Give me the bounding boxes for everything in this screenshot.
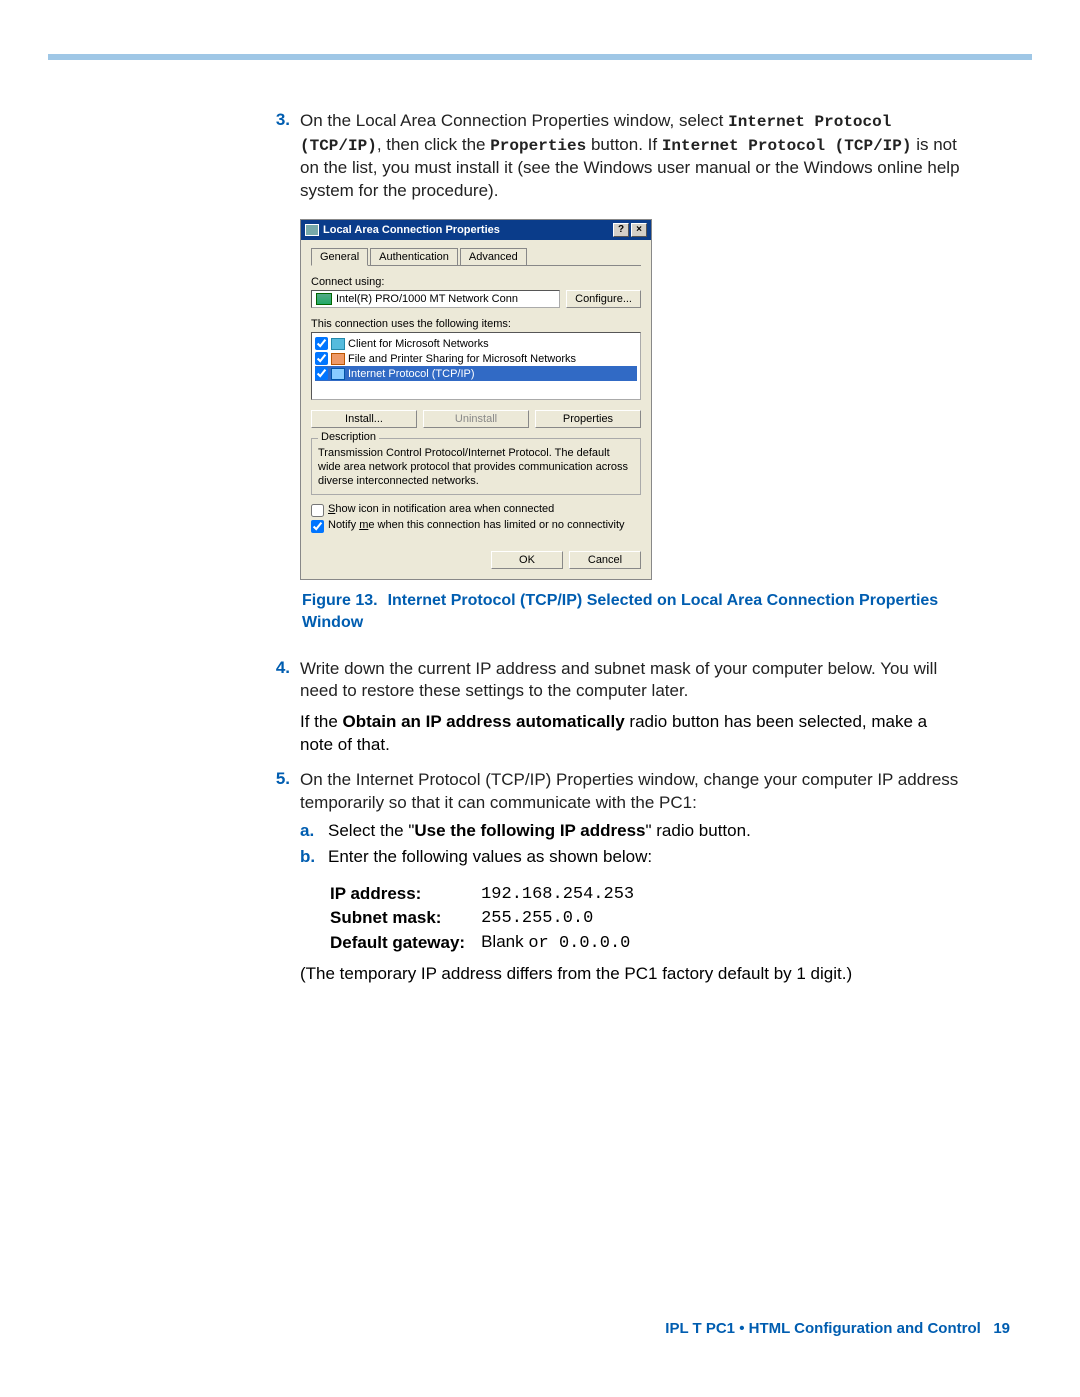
page-footer: IPL T PC1 • HTML Configuration and Contr…: [665, 1320, 1010, 1337]
close-button[interactable]: ×: [631, 223, 647, 237]
gw-value-a: Blank: [481, 932, 528, 951]
description-groupbox: Description Transmission Control Protoco…: [311, 438, 641, 495]
step-3: 3. On the Local Area Connection Properti…: [260, 110, 960, 203]
list-item[interactable]: File and Printer Sharing for Microsoft N…: [315, 351, 637, 366]
step3-mono2: Properties: [490, 137, 586, 155]
gw-value-mono: or 0.0.0.0: [528, 934, 630, 953]
substep-a: a. Select the "Use the following IP addr…: [300, 821, 960, 841]
page-top-stripe: [48, 54, 1032, 60]
show-icon-label: Show icon in notification area when conn…: [328, 503, 554, 515]
step4-p2-a: If the: [300, 712, 343, 731]
uninstall-button: Uninstall: [423, 410, 529, 428]
connect-using-label: Connect using:: [311, 276, 641, 288]
ip-label: IP address:: [330, 883, 479, 905]
table-row: Subnet mask: 255.255.0.0: [330, 907, 648, 929]
figure-13-caption: Figure 13.Internet Protocol (TCP/IP) Sel…: [262, 590, 960, 633]
step5-note: (The temporary IP address differs from t…: [300, 964, 960, 984]
notify-checkbox[interactable]: [311, 520, 324, 533]
page-content: 3. On the Local Area Connection Properti…: [260, 110, 960, 984]
item-label: Internet Protocol (TCP/IP): [348, 368, 475, 380]
item-checkbox[interactable]: [315, 337, 328, 350]
description-legend: Description: [318, 431, 379, 443]
ip-value: 192.168.254.253: [481, 883, 648, 905]
client-icon: [331, 338, 345, 350]
sa-text-b: " radio button.: [646, 821, 751, 840]
dialog-tabs: General Authentication Advanced: [311, 248, 641, 266]
help-button[interactable]: ?: [613, 223, 629, 237]
item-checkbox[interactable]: [315, 352, 328, 365]
step-5-body: On the Internet Protocol (TCP/IP) Proper…: [300, 769, 960, 815]
step-3-body: On the Local Area Connection Properties …: [300, 110, 960, 203]
description-text: Transmission Control Protocol/Internet P…: [318, 447, 634, 488]
tab-authentication[interactable]: Authentication: [370, 248, 458, 265]
gw-label: Default gateway:: [330, 931, 479, 954]
step3-text-a: On the Local Area Connection Properties …: [300, 111, 728, 130]
footer-text: IPL T PC1 • HTML Configuration and Contr…: [665, 1320, 981, 1337]
step-3-number: 3.: [260, 110, 300, 203]
step-4: 4. Write down the current IP address and…: [260, 658, 960, 704]
tab-advanced[interactable]: Advanced: [460, 248, 527, 265]
table-row: Default gateway: Blank or 0.0.0.0: [330, 931, 648, 954]
install-button[interactable]: Install...: [311, 410, 417, 428]
substep-a-body: Select the "Use the following IP address…: [328, 821, 751, 841]
substep-a-num: a.: [300, 821, 328, 841]
printer-share-icon: [331, 353, 345, 365]
list-item[interactable]: Client for Microsoft Networks: [315, 336, 637, 351]
sa-mono: Use the following IP address: [414, 821, 645, 840]
step3-mono3: Internet Protocol (TCP/IP): [662, 137, 912, 155]
substep-b-num: b.: [300, 847, 328, 867]
cancel-button[interactable]: Cancel: [569, 551, 641, 569]
show-icon-checkbox[interactable]: [311, 504, 324, 517]
items-label: This connection uses the following items…: [311, 318, 641, 330]
ok-button[interactable]: OK: [491, 551, 563, 569]
item-checkbox[interactable]: [315, 367, 328, 380]
figure-label: Figure 13.: [302, 592, 388, 609]
tab-general[interactable]: General: [311, 248, 368, 266]
step-4-body: Write down the current IP address and su…: [300, 658, 960, 704]
notify-label: Notify me when this connection has limit…: [328, 519, 625, 531]
step3-text-b: , then click the: [377, 135, 490, 154]
step-4-para2: If the Obtain an IP address automaticall…: [300, 711, 960, 757]
substep-b: b. Enter the following values as shown b…: [300, 847, 960, 867]
step3-text-c: button. If: [586, 135, 662, 154]
gw-value: Blank or 0.0.0.0: [481, 931, 648, 954]
mask-value: 255.255.0.0: [481, 907, 648, 929]
adapter-text: Intel(R) PRO/1000 MT Network Conn: [336, 293, 518, 305]
item-label: Client for Microsoft Networks: [348, 338, 489, 350]
network-icon: [305, 224, 319, 236]
lan-properties-dialog: Local Area Connection Properties ? × Gen…: [300, 219, 652, 580]
step4-p2-mono: Obtain an IP address automatically: [343, 712, 625, 731]
step-4-number: 4.: [260, 658, 300, 704]
item-label: File and Printer Sharing for Microsoft N…: [348, 353, 576, 365]
step-5: 5. On the Internet Protocol (TCP/IP) Pro…: [260, 769, 960, 815]
properties-button[interactable]: Properties: [535, 410, 641, 428]
ip-settings-table: IP address: 192.168.254.253 Subnet mask:…: [328, 881, 650, 956]
sa-text-a: Select the ": [328, 821, 414, 840]
mask-label: Subnet mask:: [330, 907, 479, 929]
figure-text: Internet Protocol (TCP/IP) Selected on L…: [302, 592, 938, 631]
table-row: IP address: 192.168.254.253: [330, 883, 648, 905]
dialog-body: General Authentication Advanced Connect …: [301, 240, 651, 579]
items-listbox[interactable]: Client for Microsoft Networks File and P…: [311, 332, 641, 400]
footer-page: 19: [993, 1320, 1010, 1337]
configure-button[interactable]: Configure...: [566, 290, 641, 308]
nic-icon: [316, 293, 332, 305]
step-5-number: 5.: [260, 769, 300, 815]
substep-b-body: Enter the following values as shown belo…: [328, 847, 652, 867]
dialog-title-text: Local Area Connection Properties: [323, 224, 500, 236]
show-icon-row[interactable]: Show icon in notification area when conn…: [311, 503, 641, 517]
adapter-field: Intel(R) PRO/1000 MT Network Conn: [311, 290, 560, 308]
dialog-titlebar: Local Area Connection Properties ? ×: [301, 220, 651, 240]
notify-row[interactable]: Notify me when this connection has limit…: [311, 519, 641, 533]
list-item-selected[interactable]: Internet Protocol (TCP/IP): [315, 366, 637, 381]
tcpip-icon: [331, 368, 345, 380]
